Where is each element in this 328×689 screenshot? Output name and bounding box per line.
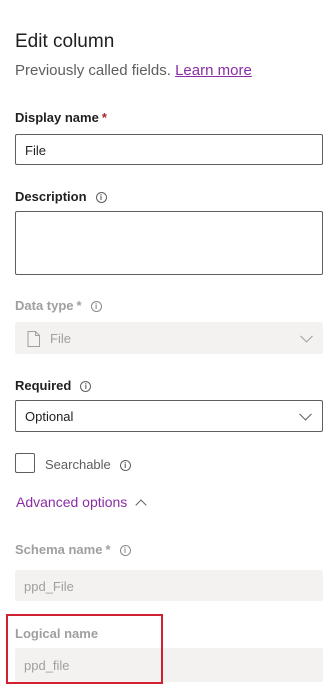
display-name-label-text: Display name — [15, 110, 99, 125]
data-type-label-text: Data type — [15, 298, 74, 313]
panel-title: Edit column — [15, 31, 115, 52]
display-name-value: File — [25, 143, 46, 158]
required-label-text: Required — [15, 378, 72, 393]
searchable-row: Searchable i — [45, 457, 131, 472]
required-value: Optional — [25, 409, 74, 424]
schema-name-label-text: Schema name — [15, 542, 103, 557]
description-textarea[interactable] — [15, 211, 323, 275]
searchable-label: Searchable — [45, 457, 111, 472]
description-label: Description i — [15, 189, 107, 204]
info-icon[interactable]: i — [119, 545, 131, 556]
schema-name-value: ppd_File — [24, 579, 74, 594]
schema-name-input: ppd_File — [15, 570, 323, 601]
searchable-checkbox[interactable] — [15, 453, 35, 473]
info-icon[interactable]: i — [95, 192, 107, 203]
info-icon[interactable]: i — [80, 381, 92, 392]
advanced-options-toggle[interactable]: Advanced options — [16, 494, 147, 511]
data-type-label: Data type * i — [15, 298, 102, 313]
data-type-dropdown: File — [15, 322, 323, 354]
file-icon — [27, 331, 40, 347]
chevron-down-icon — [300, 329, 313, 343]
panel-subtitle: Previously called fields. Learn more — [15, 62, 252, 79]
info-icon[interactable]: i — [90, 301, 102, 312]
schema-name-label: Schema name * i — [15, 542, 131, 557]
info-icon[interactable]: i — [119, 460, 131, 471]
required-asterisk: * — [101, 110, 107, 125]
description-label-text: Description — [15, 189, 87, 204]
advanced-options-label: Advanced options — [16, 494, 128, 510]
subtitle-text: Previously called fields. — [15, 62, 171, 79]
chevron-down-icon — [299, 407, 312, 421]
required-asterisk: * — [76, 298, 82, 313]
learn-more-link[interactable]: Learn more — [175, 62, 252, 79]
required-asterisk: * — [105, 542, 111, 557]
chevron-up-icon — [135, 499, 147, 511]
display-name-input[interactable]: File — [15, 134, 323, 165]
data-type-value: File — [50, 331, 71, 346]
highlight-box — [6, 614, 163, 684]
required-label: Required i — [15, 378, 92, 393]
display-name-label: Display name * — [15, 110, 107, 125]
required-dropdown[interactable]: Optional — [15, 400, 323, 432]
